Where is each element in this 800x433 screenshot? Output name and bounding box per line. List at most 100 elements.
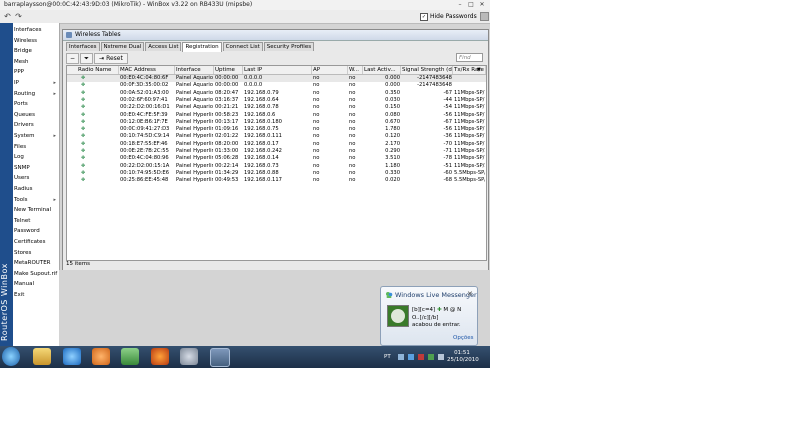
sidebar-item-password[interactable]: Password	[14, 226, 58, 236]
sidebar-item-manual[interactable]: Manual	[14, 279, 58, 289]
table-cell: -67	[443, 89, 452, 96]
sidebar-menu: Interfaces Wireless Bridge Mesh PPP IP ▸ Routin…	[13, 23, 60, 346]
table-row[interactable]: ✥ 00:12:0E:B6:1F:7E Painel Hyperlink00:13:…	[67, 119, 486, 126]
column-header[interactable]: AP	[312, 66, 348, 74]
redo-icon[interactable]: ↷	[14, 12, 23, 21]
table-row[interactable]: ✥ 00:E0:4C:04:80:96 Painel Hyperlink05:06:…	[67, 155, 486, 162]
close-icon[interactable]: ✕	[477, 1, 487, 8]
browser-icon[interactable]	[180, 348, 198, 365]
sidebar-item-exit[interactable]: Exit	[14, 290, 58, 300]
sidebar-item-interfaces[interactable]: Interfaces	[14, 25, 58, 35]
table-row[interactable]: ✥ 00:02:6F:60:97:41 Painel Aquario 03:16:37…	[67, 97, 486, 104]
filter-icon[interactable]: ⏷	[80, 53, 93, 64]
avatar	[387, 305, 409, 327]
internet-explorer-icon[interactable]	[63, 348, 81, 365]
table-row[interactable]: ✥ 00:0C:09:41:27:D3 Painel Hyperlink01:09:…	[67, 126, 486, 133]
volume-icon[interactable]	[438, 354, 444, 360]
table-row[interactable]: ✥ 00:0F:3D:35:00:02 Painel Aquario 00:00:00…	[67, 82, 486, 89]
tab-access-list[interactable]: Access List	[145, 42, 182, 51]
table-row[interactable]: ✥ 00:22:D2:00:15:1A Painel Hyperlink00:22:…	[67, 163, 486, 170]
column-menu-icon[interactable]: ▼	[477, 66, 481, 74]
sidebar-item-make-supout-rif[interactable]: Make Supout.rif	[14, 269, 58, 279]
column-header[interactable]: Last Activ...	[363, 66, 401, 74]
sidebar-item-ports[interactable]: Ports	[14, 99, 58, 109]
language-indicator[interactable]: PT	[384, 354, 391, 360]
network-icon[interactable]	[408, 354, 414, 360]
sidebar-item-stores[interactable]: Stores	[14, 248, 58, 258]
start-button[interactable]	[2, 347, 20, 366]
column-header[interactable]: W...	[348, 66, 363, 74]
remove-button[interactable]: −	[66, 53, 79, 64]
options-link[interactable]: Opções	[453, 335, 473, 341]
sidebar-item-telnet[interactable]: Telnet	[14, 216, 58, 226]
tab-security-profiles[interactable]: Security Profiles	[263, 42, 315, 51]
column-header[interactable]: Signal Strength (d...	[401, 66, 453, 74]
winbox-taskbar-icon[interactable]	[210, 348, 230, 367]
sidebar-item-tools[interactable]: Tools ▸	[14, 195, 58, 205]
clock[interactable]: 01:51 25/10/2010	[447, 350, 479, 364]
table-cell: Painel Aquario	[176, 96, 213, 103]
sidebar-item-metarouter[interactable]: MetaROUTER	[14, 258, 58, 268]
media-player-icon[interactable]	[92, 348, 110, 365]
minimize-icon[interactable]: –	[455, 1, 465, 8]
sidebar-item-wireless[interactable]: Wireless	[14, 36, 58, 46]
messenger-taskbar-icon[interactable]	[121, 348, 139, 365]
maximize-icon[interactable]: □	[466, 1, 476, 8]
column-header[interactable]: Interface	[175, 66, 214, 74]
table-cell: 192.168.0.6	[244, 111, 276, 118]
explorer-icon[interactable]	[33, 348, 51, 365]
sidebar-item-queues[interactable]: Queues	[14, 110, 58, 120]
table-row[interactable]: ✥ 00:22:D2:00:16:D1 Painel Aquario 00:21:21…	[67, 104, 486, 111]
column-header[interactable]: Last IP	[243, 66, 312, 74]
column-header[interactable]: Uptime	[214, 66, 243, 74]
tab-interfaces[interactable]: Interfaces	[66, 42, 100, 51]
sidebar-item-snmp[interactable]: SNMP	[14, 163, 58, 173]
tab-nstreme-dual[interactable]: Nstreme Dual	[100, 42, 145, 51]
flag-icon[interactable]	[418, 354, 424, 360]
table-row[interactable]: ✥ 00:E0:4C:FE:5F:39 Painel Hyperlink00:58:…	[67, 112, 486, 119]
column-header[interactable]: MAC Address	[119, 66, 175, 74]
sidebar-item-users[interactable]: Users	[14, 173, 58, 183]
sidebar-item-bridge[interactable]: Bridge	[14, 46, 58, 56]
sidebar-item-files[interactable]: Files	[14, 142, 58, 152]
sidebar-item-radius[interactable]: Radius	[14, 184, 58, 194]
submenu-arrow-icon: ▸	[53, 133, 56, 139]
find-input[interactable]: Find	[456, 53, 483, 62]
sidebar-item-mesh[interactable]: Mesh	[14, 57, 58, 67]
table-row[interactable]: ✥ 00:10:74:95:5D:E6 Painel Hyperlink01:34:…	[67, 170, 486, 177]
messenger-tray-icon[interactable]	[428, 354, 434, 360]
close-icon[interactable]: ✕	[467, 290, 473, 298]
column-header[interactable]: Radio Name	[77, 66, 119, 74]
sidebar-item-certificates[interactable]: Certificates	[14, 237, 58, 247]
sidebar-item-label: Tools	[14, 196, 28, 203]
sidebar-item-log[interactable]: Log	[14, 152, 58, 162]
messenger-notification[interactable]: Windows Live Messenger ✕ [b][c=4] ✚ M @ …	[380, 286, 478, 346]
table-cell: no	[349, 169, 356, 176]
column-header[interactable]: Tx/Rx Rate	[453, 66, 486, 74]
table-cell: 00:12:0E:B6:1F:7E	[120, 118, 168, 125]
table-cell: no	[349, 148, 356, 154]
tab-registration[interactable]: Registration	[182, 42, 222, 52]
reset-button[interactable]: ⇥ Reset	[94, 53, 128, 64]
table-row[interactable]: ✥ 00:18:E7:55:EF:46 Painel Hyperlink08:20:…	[67, 141, 486, 148]
sidebar-item-ppp[interactable]: PPP	[14, 67, 58, 77]
undo-icon[interactable]: ↶	[3, 12, 12, 21]
table-cell: 00:0F:3D:35:00:02	[120, 82, 169, 89]
sidebar-item-routing[interactable]: Routing ▸	[14, 89, 58, 99]
table-row[interactable]: ✥ 00:0E:2E:7B:2C:55 Painel Hyperlink01:33:…	[67, 148, 486, 155]
firefox-icon[interactable]	[151, 348, 169, 365]
sidebar-item-ip[interactable]: IP ▸	[14, 78, 58, 88]
table-row[interactable]: ✥ 00:E0:4C:04:80:6F Painel Aquario 00:00:00…	[67, 75, 486, 82]
tray-arrow-icon[interactable]	[398, 354, 404, 360]
wireless-tables-titlebar[interactable]: Wireless Tables	[63, 30, 488, 41]
sidebar-item-drivers[interactable]: Drivers	[14, 120, 58, 130]
sidebar-item-new-terminal[interactable]: New Terminal	[14, 205, 58, 215]
table-row[interactable]: ✥ 00:25:86:EE:45:48 Painel Hyperlink00:49:…	[67, 177, 486, 184]
hide-passwords-checkbox[interactable]: ✓	[420, 12, 428, 21]
hide-passwords-toggle[interactable]: ✓ Hide Passwords	[420, 12, 489, 21]
sidebar-item-system[interactable]: System ▸	[14, 131, 58, 141]
table-row[interactable]: ✥ 00:0A:52:01:A3:00 Painel Aquario 08:20:47…	[67, 90, 486, 97]
table-row[interactable]: ✥ 00:10:74:5D:C9:14 Painel Hyperlink02:01:…	[67, 133, 486, 140]
messenger-logo-icon	[386, 292, 393, 298]
tab-connect-list[interactable]: Connect List	[222, 42, 263, 51]
